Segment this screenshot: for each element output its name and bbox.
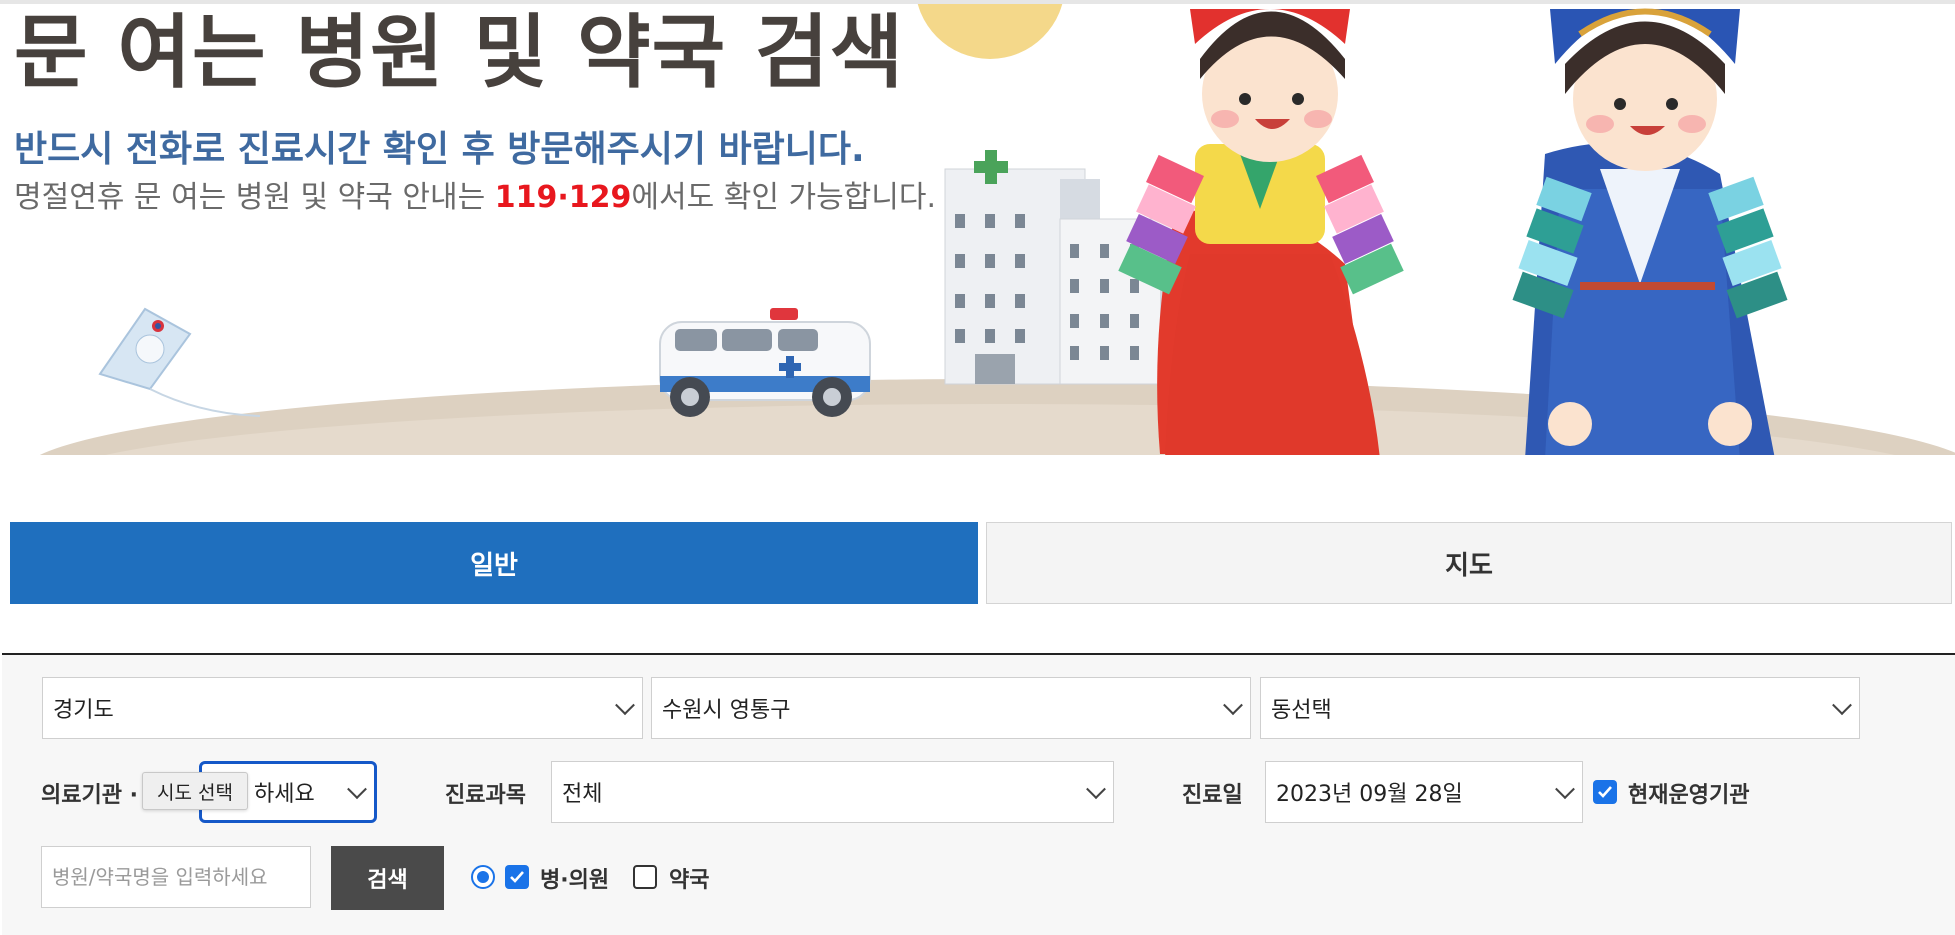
date-select-value: 2023년 09월 28일 bbox=[1276, 782, 1463, 807]
dong-select-value: 동선택 bbox=[1271, 698, 1332, 723]
department-select-value: 전체 bbox=[562, 782, 603, 807]
chevron-down-icon bbox=[347, 779, 367, 800]
department-label: 진료과목 bbox=[445, 783, 526, 808]
institution-type-value: 하세요 bbox=[254, 782, 315, 807]
banner-notice: 명절연휴 문 여는 병원 및 약국 안내는 119·129에서도 확인 가능합니… bbox=[14, 172, 936, 216]
chevron-down-icon bbox=[1223, 695, 1243, 716]
boy-hanbok-illustration bbox=[1512, 8, 1788, 455]
chevron-down-icon bbox=[1086, 779, 1106, 800]
province-select[interactable]: 경기도 bbox=[42, 677, 643, 739]
chevron-down-icon bbox=[615, 695, 635, 716]
notice-phone-highlight: 119·129 bbox=[494, 180, 632, 215]
dong-select[interactable]: 동선택 bbox=[1260, 677, 1860, 739]
institution-label: 의료기관 · bbox=[41, 783, 138, 808]
tab-map[interactable]: 지도 bbox=[986, 522, 1952, 604]
open-now-label: 현재운영기관 bbox=[1628, 783, 1750, 808]
hospital-checkbox[interactable] bbox=[505, 865, 529, 889]
page-title: 문 여는 병원 및 약국 검색 bbox=[14, 6, 905, 99]
hospital-radio[interactable] bbox=[471, 865, 495, 889]
kite-illustration bbox=[98, 307, 261, 417]
open-now-checkbox[interactable] bbox=[1593, 780, 1617, 804]
hero-banner: 문 여는 병원 및 약국 검색 반드시 전화로 진료시간 확인 후 방문해주시기… bbox=[0, 0, 1955, 455]
pharmacy-checkbox[interactable] bbox=[633, 865, 657, 889]
notice-suffix: 에서도 확인 가능합니다. bbox=[631, 180, 937, 215]
name-search-input[interactable] bbox=[41, 846, 311, 908]
city-select-value: 수원시 영통구 bbox=[662, 698, 791, 723]
date-select[interactable]: 2023년 09월 28일 bbox=[1265, 761, 1583, 823]
search-button[interactable]: 검색 bbox=[331, 846, 444, 910]
ambulance-illustration bbox=[659, 308, 871, 417]
notice-prefix: 명절연휴 문 여는 병원 및 약국 안내는 bbox=[14, 180, 495, 215]
city-select[interactable]: 수원시 영통구 bbox=[651, 677, 1251, 739]
tab-general[interactable]: 일반 bbox=[10, 522, 978, 604]
hospital-label: 병·의원 bbox=[540, 868, 610, 893]
pharmacy-label: 약국 bbox=[669, 868, 710, 893]
checkmark-icon bbox=[1598, 786, 1612, 798]
date-label: 진료일 bbox=[1182, 783, 1243, 808]
checkmark-icon bbox=[510, 871, 524, 883]
girl-hanbok-illustration bbox=[1118, 9, 1404, 455]
province-select-value: 경기도 bbox=[53, 698, 114, 723]
banner-subtitle: 반드시 전화로 진료시간 확인 후 방문해주시기 바랍니다. bbox=[14, 129, 865, 170]
select-tooltip: 시도 선택 bbox=[142, 772, 248, 810]
department-select[interactable]: 전체 bbox=[551, 761, 1114, 823]
chevron-down-icon bbox=[1555, 779, 1575, 800]
chevron-down-icon bbox=[1832, 695, 1852, 716]
